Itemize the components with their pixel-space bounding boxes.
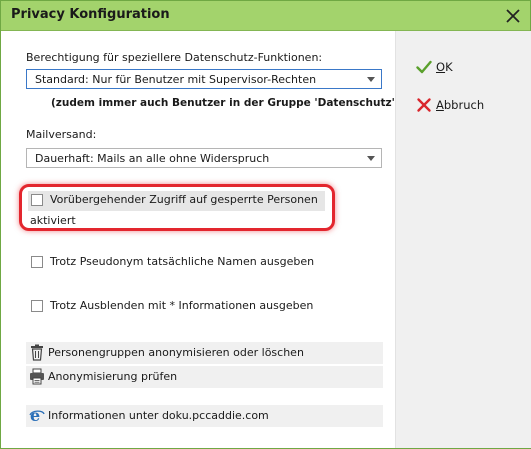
privacy-config-dialog: Privacy Konfiguration Berechtigung für s… — [0, 0, 531, 449]
main-panel: Berechtigung für speziellere Datenschutz… — [1, 31, 400, 448]
pseudonym-checkbox[interactable] — [31, 256, 43, 268]
chevron-down-icon[interactable] — [361, 70, 381, 88]
hide-checkbox[interactable] — [31, 300, 43, 312]
svg-text:e: e — [30, 407, 40, 424]
mail-label: Mailversand: — [26, 128, 97, 141]
hide-label: Trotz Ausblenden mit * Informationen aus… — [50, 299, 314, 312]
anonymize-label: Personengruppen anonymisieren oder lösch… — [48, 346, 304, 359]
cancel-label: Abbruch — [436, 98, 484, 112]
check-anonymization-label: Anonymisierung prüfen — [48, 370, 178, 383]
info-link-action[interactable]: e Informationen unter doku.pccaddie.com — [26, 405, 383, 427]
close-icon — [506, 9, 520, 23]
ok-accelerator: O — [436, 60, 446, 74]
cancel-button[interactable]: Abbruch — [416, 95, 516, 117]
ok-button[interactable]: OK — [416, 57, 506, 79]
permission-select-value: Standard: Nur für Benutzer mit Superviso… — [35, 73, 317, 86]
check-icon — [416, 60, 432, 74]
check-anonymization-action[interactable]: Anonymisierung prüfen — [26, 366, 383, 388]
ok-label-rest: K — [445, 60, 453, 74]
permission-select[interactable]: Standard: Nur für Benutzer mit Superviso… — [26, 69, 382, 89]
cancel-x-icon — [417, 98, 431, 112]
pseudonym-label: Trotz Pseudonym tatsächliche Namen ausge… — [50, 255, 315, 268]
chevron-down-icon[interactable] — [361, 149, 381, 167]
hide-checkbox-row[interactable]: Trotz Ausblenden mit * Informationen aus… — [31, 297, 331, 317]
info-link-label: Informationen unter doku.pccaddie.com — [48, 409, 269, 422]
browser-e-icon: e — [29, 407, 45, 424]
pseudonym-checkbox-row[interactable]: Trotz Pseudonym tatsächliche Namen ausge… — [31, 253, 331, 273]
permission-note: (zudem immer auch Benutzer in der Gruppe… — [51, 97, 400, 109]
window-title: Privacy Konfiguration — [11, 7, 170, 22]
cancel-label-rest: bbruch — [443, 98, 485, 112]
ok-label: OK — [436, 60, 453, 74]
cancel-accelerator: A — [436, 98, 444, 112]
trash-icon — [31, 344, 43, 361]
permission-label: Berechtigung für speziellere Datenschutz… — [26, 51, 323, 64]
mail-select-value: Dauerhaft: Mails an alle ohne Widerspruc… — [35, 152, 270, 165]
close-button[interactable] — [502, 5, 524, 27]
button-panel: OK Abbruch — [395, 31, 531, 448]
anonymize-action[interactable]: Personengruppen anonymisieren oder lösch… — [26, 342, 383, 364]
mail-select[interactable]: Dauerhaft: Mails an alle ohne Widerspruc… — [26, 148, 382, 168]
highlight-annotation — [19, 184, 335, 231]
printer-icon — [30, 368, 44, 385]
title-bar: Privacy Konfiguration — [1, 1, 530, 31]
